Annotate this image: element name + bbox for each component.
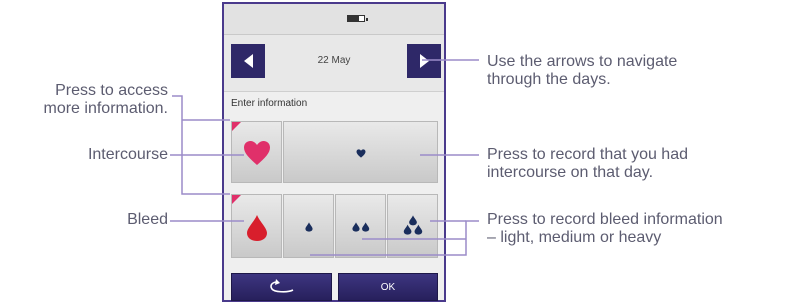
line-more-info bbox=[172, 95, 230, 195]
line-bleed-levels bbox=[310, 220, 479, 256]
callout-lines bbox=[170, 59, 479, 256]
